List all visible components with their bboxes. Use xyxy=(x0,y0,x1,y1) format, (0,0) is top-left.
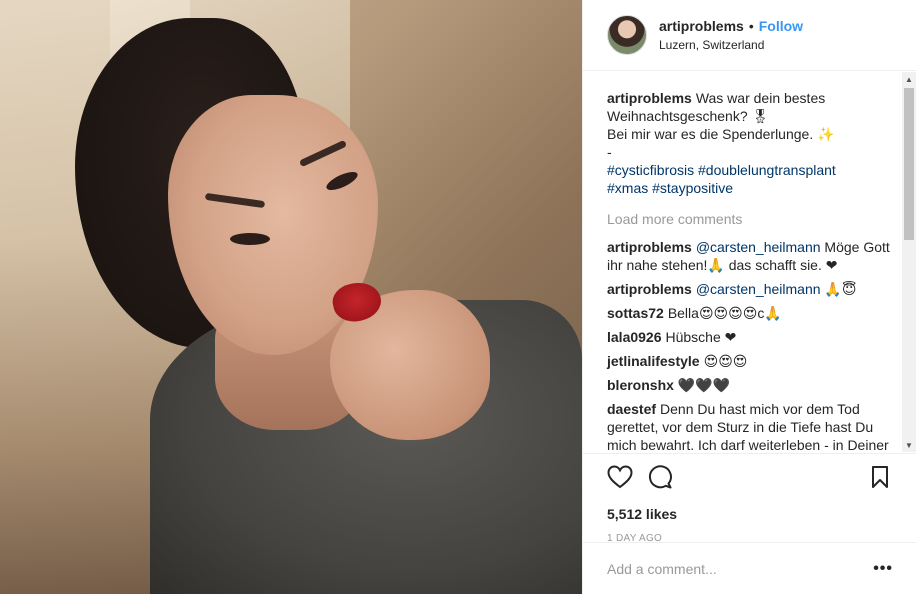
comment-text: 😍😍😍 xyxy=(703,353,748,369)
post-side-panel: artiproblems • Follow Luzern, Switzerlan… xyxy=(582,0,916,594)
scroll-up-arrow-icon[interactable]: ▲ xyxy=(902,72,916,86)
caption-dash: - xyxy=(607,144,612,160)
comment-item: jetlinalifestyle 😍😍😍 xyxy=(607,352,897,370)
comment-username[interactable]: daestef xyxy=(607,401,656,417)
comment-username[interactable]: artiproblems xyxy=(607,281,692,297)
comment-text: 🙏😇 xyxy=(820,281,857,297)
action-icons-row xyxy=(607,464,893,490)
post-photo[interactable] xyxy=(0,0,582,594)
comment-mention[interactable]: @carsten_heilmann xyxy=(696,281,821,297)
post-caption: artiproblems Was war dein bestes Weihnach… xyxy=(607,89,897,197)
comment-username[interactable]: jetlinalifestyle xyxy=(607,353,700,369)
caption-hashtags-1[interactable]: #cysticfibrosis #doublelungtransplant xyxy=(607,162,836,178)
comment-username[interactable]: bleronshx xyxy=(607,377,674,393)
caption-line-2: Bei mir war es die Spenderlunge. ✨ xyxy=(607,126,835,142)
username-link[interactable]: artiproblems xyxy=(659,18,744,34)
post-header: artiproblems • Follow Luzern, Switzerlan… xyxy=(583,0,916,71)
comment-item: artiproblems @carsten_heilmann Möge Gott … xyxy=(607,238,897,274)
header-row: artiproblems • Follow xyxy=(659,18,803,34)
comment-username[interactable]: lala0926 xyxy=(607,329,662,345)
scroll-down-arrow-icon[interactable]: ▼ xyxy=(902,438,916,452)
comment-username[interactable]: artiproblems xyxy=(607,239,692,255)
post-actions: 5,512 likes 1 DAY AGO xyxy=(583,453,916,544)
avatar[interactable] xyxy=(607,15,647,55)
comment-item: daestef Denn Du hast mich vor dem Tod ger… xyxy=(607,400,897,452)
comment-item: bleronshx 🖤🖤🖤 xyxy=(607,376,897,394)
separator-dot: • xyxy=(748,18,754,34)
location-link[interactable]: Luzern, Switzerland xyxy=(659,38,803,52)
comments-scrollbar[interactable]: ▲ ▼ xyxy=(902,72,916,452)
comment-text: Hübsche ❤ xyxy=(665,329,737,345)
caption-hashtags-2[interactable]: #xmas #staypositive xyxy=(607,180,733,196)
header-meta: artiproblems • Follow Luzern, Switzerlan… xyxy=(659,18,803,52)
bookmark-icon[interactable] xyxy=(867,464,893,490)
photo-eye-left xyxy=(230,233,270,245)
comment-text: 🖤🖤🖤 xyxy=(677,377,731,393)
likes-count[interactable]: 5,512 likes xyxy=(607,506,893,522)
add-comment-bar: ••• xyxy=(583,542,916,594)
add-comment-input[interactable] xyxy=(607,560,874,577)
comment-bubble-icon[interactable] xyxy=(647,464,673,490)
load-more-comments-button[interactable]: Load more comments xyxy=(607,211,897,227)
caption-username[interactable]: artiproblems xyxy=(607,90,692,106)
comment-username[interactable]: sottas72 xyxy=(607,305,664,321)
scrollbar-thumb[interactable] xyxy=(904,88,914,240)
comment-item: artiproblems @carsten_heilmann 🙏😇 xyxy=(607,280,897,298)
instagram-post: artiproblems • Follow Luzern, Switzerlan… xyxy=(0,0,916,594)
comment-item: lala0926 Hübsche ❤ xyxy=(607,328,897,346)
heart-icon[interactable] xyxy=(607,464,633,490)
comment-text: Bella😍😍😍😍c🙏 xyxy=(667,305,782,321)
comment-item: sottas72 Bella😍😍😍😍c🙏 xyxy=(607,304,897,322)
follow-button[interactable]: Follow xyxy=(759,18,803,34)
comments-list[interactable]: artiproblems Was war dein bestes Weihnach… xyxy=(583,72,916,452)
more-options-icon[interactable]: ••• xyxy=(873,560,893,578)
comment-mention[interactable]: @carsten_heilmann xyxy=(696,239,821,255)
